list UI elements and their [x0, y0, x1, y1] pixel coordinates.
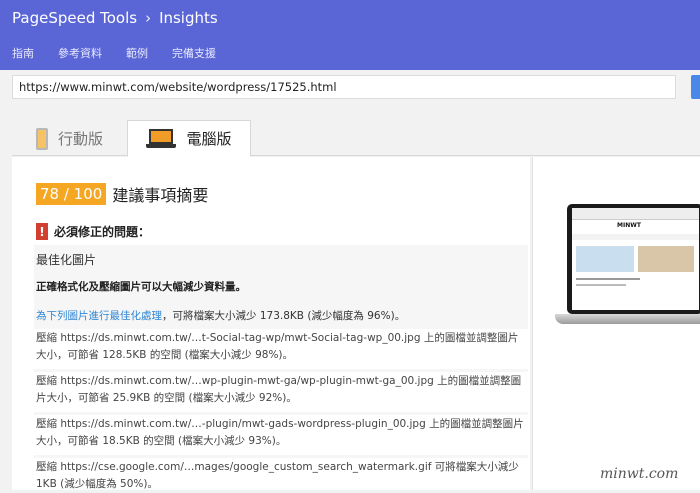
warning-icon: ! [36, 223, 48, 240]
phone-icon [36, 127, 48, 150]
section-title: Insights [159, 9, 218, 27]
rule-savings-text: ，可將檔案大小減少 173.8KB (減少幅度為 96%)。 [162, 310, 406, 322]
list-item: 壓縮 https://cse.google.com/…mages/google_… [34, 458, 528, 490]
must-fix-label: 必須修正的問題： [54, 225, 151, 239]
breadcrumb-separator: › [145, 9, 152, 27]
optimize-images-link[interactable]: 為下列圖片進行最佳化處理 [36, 310, 162, 322]
score-badge: 78 / 100 [36, 183, 107, 205]
watermark: minwt.com [600, 466, 679, 482]
nav-item-reference[interactable]: 參考資料 [58, 45, 102, 61]
brand-link[interactable]: PageSpeed Tools [12, 9, 137, 27]
laptop-icon [146, 128, 177, 150]
analyze-button[interactable] [691, 75, 700, 99]
rule-summary: 正確格式化及壓縮圖片可以大幅減少資料量。 [36, 281, 246, 293]
preview-brand: MINWT [617, 222, 641, 229]
list-item: 壓縮 https://ds.minwt.com.tw/…-plugin/mwt-… [34, 415, 528, 455]
top-nav: 指南 參考資料 範例 完備支援 [12, 45, 216, 61]
tab-mobile[interactable]: 行動版 [36, 120, 140, 157]
results-panel: 78 / 100 建議事項摘要 ! 必須修正的問題： 最佳化圖片 正確格式化及壓… [12, 157, 530, 490]
tab-desktop-label: 電腦版 [186, 130, 232, 148]
preview-panel: MINWT [532, 157, 700, 490]
must-fix-heading: ! 必須修正的問題： [36, 223, 150, 240]
list-item: 壓縮 https://ds.minwt.com.tw/…t-Social-tag… [34, 329, 528, 369]
tab-desktop[interactable]: 電腦版 [127, 120, 251, 157]
summary-title: 建議事項摘要 [112, 186, 209, 205]
app-title: PageSpeed Tools › Insights [12, 9, 218, 27]
device-tabs: 行動版 電腦版 [12, 120, 700, 157]
rule-optimize-images: 最佳化圖片 正確格式化及壓縮圖片可以大幅減少資料量。 為下列圖片進行最佳化處理，… [34, 245, 528, 490]
desktop-preview-image: MINWT [555, 199, 700, 329]
rule-name[interactable]: 最佳化圖片 [36, 251, 96, 268]
url-input[interactable]: https://www.minwt.com/website/wordpress/… [12, 75, 676, 99]
nav-item-samples[interactable]: 範例 [126, 45, 148, 61]
tab-mobile-label: 行動版 [58, 130, 104, 148]
nav-item-guide[interactable]: 指南 [12, 45, 34, 61]
nav-item-support[interactable]: 完備支援 [172, 45, 216, 61]
score-summary: 78 / 100 建議事項摘要 [36, 182, 208, 206]
top-header: PageSpeed Tools › Insights 指南 參考資料 範例 完備… [0, 0, 700, 70]
rule-detail: 為下列圖片進行最佳化處理，可將檔案大小減少 173.8KB (減少幅度為 96%… [36, 308, 405, 323]
list-item: 壓縮 https://ds.minwt.com.tw/…wp-plugin-mw… [34, 372, 528, 412]
